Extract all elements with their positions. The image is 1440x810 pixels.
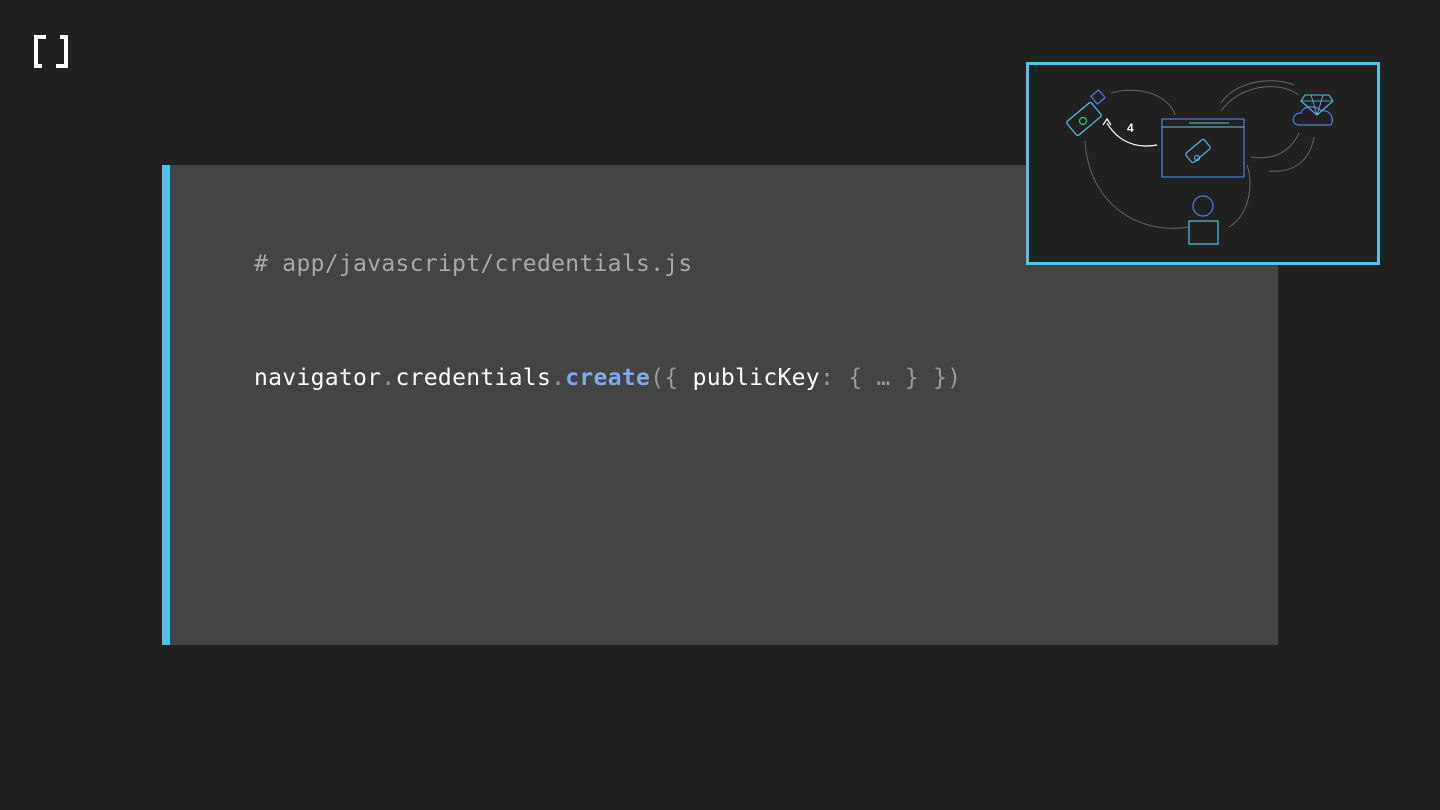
code-dot: . [381, 365, 396, 391]
code-panel-accent-bar [162, 165, 170, 645]
code-dot: . [551, 365, 566, 391]
code-args-rest: : { … } }) [819, 365, 962, 391]
code-args-open: ({ [650, 365, 693, 391]
code-call-line: navigator.credentials.create({ publicKey… [254, 365, 961, 391]
cloud-gem-icon [1292, 94, 1334, 126]
browser-window-icon [1161, 118, 1245, 178]
code-comment: # app/javascript/credentials.js [254, 251, 693, 277]
bracket-logo-icon [34, 35, 68, 68]
code-property: credentials [395, 365, 552, 391]
code-method: create [565, 365, 651, 391]
webauthn-flow-diagram: 4 [1026, 62, 1380, 265]
security-key-icon [1066, 89, 1106, 136]
diagram-step-number: 4 [1127, 121, 1134, 135]
user-icon [1188, 195, 1219, 245]
code-object: navigator [254, 365, 382, 391]
code-key: publicKey [692, 365, 820, 391]
